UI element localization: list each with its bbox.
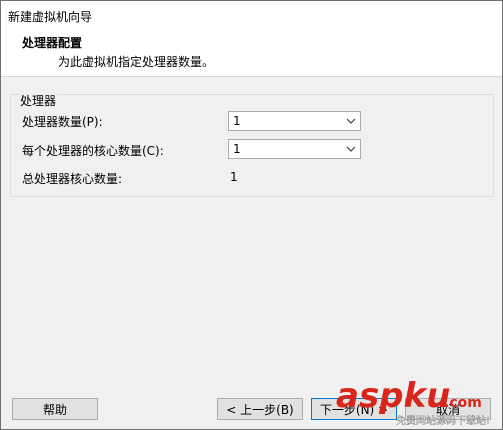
aspku-watermark-logo: aspku .com 免费网站源码下载站! [336, 376, 490, 427]
page-description: 为此虚拟机指定处理器数量。 [58, 55, 215, 69]
wizard-window: 新建虚拟机向导 处理器配置 为此虚拟机指定处理器数量。 处理器 处理器数量(P)… [0, 0, 503, 430]
cores-per-processor-select[interactable]: 1 [228, 139, 361, 159]
cores-per-processor-label: 每个处理器的核心数量(C): [22, 144, 164, 158]
total-cores-label: 总处理器核心数量: [22, 172, 123, 186]
chevron-down-icon [346, 118, 356, 124]
chevron-down-icon [346, 146, 356, 152]
wizard-header: 处理器配置 为此虚拟机指定处理器数量。 [1, 31, 502, 77]
cores-per-processor-value: 1 [233, 142, 241, 156]
processor-count-label: 处理器数量(P): [22, 115, 103, 129]
processor-count-select[interactable]: 1 [228, 111, 361, 131]
total-cores-value: 1 [230, 170, 238, 184]
page-heading: 处理器配置 [22, 36, 83, 50]
processor-count-value: 1 [233, 114, 241, 128]
back-button[interactable]: < 上一步(B) [217, 398, 303, 420]
svg-text:aspku: aspku [336, 376, 450, 416]
window-title: 新建虚拟机向导 [8, 10, 93, 24]
help-button[interactable]: 帮助 [12, 398, 98, 420]
svg-text:免费网站源码下载站!: 免费网站源码下载站! [396, 414, 490, 427]
processor-group-title: 处理器 [19, 92, 58, 109]
svg-text:.com: .com [444, 395, 482, 411]
title-bar[interactable]: 新建虚拟机向导 [1, 1, 502, 31]
